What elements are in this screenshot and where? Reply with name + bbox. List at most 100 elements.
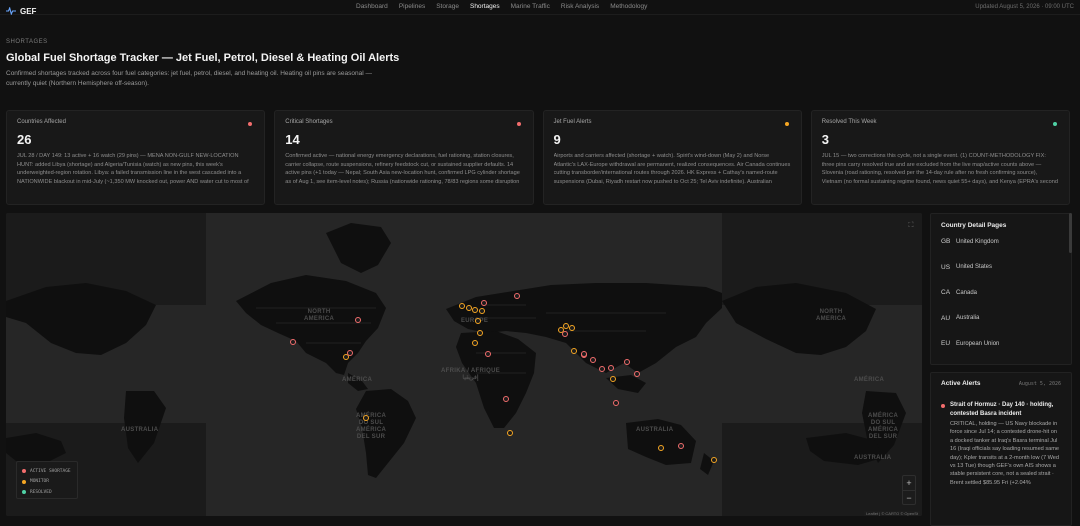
- map-label-north-america-east: NORTH AMERICA: [816, 309, 847, 322]
- map-pin[interactable]: [658, 445, 664, 451]
- map-pin[interactable]: [472, 307, 478, 313]
- legend-label: MONITOR: [30, 479, 49, 485]
- zoom-out-button[interactable]: −: [903, 490, 915, 504]
- alerts-date: August 5, 2026: [1018, 380, 1061, 387]
- map-attribution[interactable]: Leaflet | © CARTO © OpenSt: [864, 511, 920, 516]
- legend-dot: [22, 469, 26, 474]
- country-name: European Union: [956, 340, 1000, 347]
- nav-storage[interactable]: Storage: [436, 3, 459, 10]
- map-label-america-east: AMÉRICA: [854, 377, 885, 383]
- legend-label: ACTIVE SHORTAGE: [30, 468, 71, 474]
- map-pin[interactable]: [569, 325, 575, 331]
- main-nav: Dashboard Pipelines Storage Shortages Ma…: [356, 3, 658, 10]
- map-pin[interactable]: [610, 376, 616, 382]
- active-alerts-panel: Active Alerts August 5, 2026 Strait of H…: [930, 372, 1072, 526]
- map-pin[interactable]: [678, 443, 684, 449]
- fullscreen-icon[interactable]: ⛶: [906, 221, 916, 231]
- legend-dot: [22, 479, 26, 484]
- status-dot: [784, 122, 789, 126]
- map-pin[interactable]: [613, 400, 619, 406]
- map-label-south-america-east: AMÉRICA DO SUL AMÉRICA DEL SUR: [868, 413, 899, 440]
- country-code: CA: [941, 289, 951, 297]
- map-basemap: [6, 213, 922, 516]
- alerts-header: Active Alerts August 5, 2026: [941, 380, 1061, 387]
- card-label: Countries Affected: [17, 119, 66, 125]
- map-legend: ACTIVE SHORTAGE MONITOR RESOLVED: [16, 461, 78, 499]
- map-pin[interactable]: [472, 340, 478, 346]
- map-pin[interactable]: [503, 396, 509, 402]
- map-pin[interactable]: [514, 293, 520, 299]
- map-label-australia: AUSTRALIA: [636, 427, 674, 433]
- status-dot: [516, 122, 521, 126]
- card-jet-fuel-alerts[interactable]: Jet Fuel Alerts 9 Airports and carriers …: [542, 110, 802, 205]
- status-dot: [248, 122, 253, 126]
- country-code: EU: [941, 340, 951, 348]
- country-link-eu[interactable]: EU European Union: [941, 331, 1061, 357]
- map-pin[interactable]: [479, 308, 485, 314]
- card-text: JUL 28 / DAY 149: 13 active + 16 watch (…: [17, 153, 249, 185]
- country-link-us[interactable]: US United States: [941, 255, 1061, 281]
- top-navigation-bar: GEF Dashboard Pipelines Storage Shortage…: [0, 0, 1080, 16]
- country-link-gb[interactable]: GB United Kingdom: [941, 229, 1061, 255]
- country-link-au[interactable]: AU Australia: [941, 306, 1061, 332]
- map-pin[interactable]: [363, 415, 369, 421]
- last-updated-timestamp: Updated August 5, 2026 · 09:00 UTC: [975, 4, 1074, 10]
- nav-dashboard[interactable]: Dashboard: [356, 3, 388, 10]
- map-pin[interactable]: [608, 365, 614, 371]
- map-pin[interactable]: [711, 457, 717, 463]
- map-pin[interactable]: [562, 331, 568, 337]
- map-pin[interactable]: [475, 318, 481, 324]
- card-label: Critical Shortages: [285, 119, 333, 125]
- country-name: United Kingdom: [956, 238, 999, 245]
- page-description: Confirmed shortages tracked across four …: [6, 70, 373, 87]
- country-name: Australia: [956, 315, 980, 322]
- card-resolved-this-week[interactable]: Resolved This Week 3 JUL 15 — two correc…: [810, 110, 1070, 205]
- legend-label: RESOLVED: [30, 489, 52, 495]
- map-pin[interactable]: [599, 366, 605, 372]
- map-label-australia-east: AUSTRALIA: [854, 455, 892, 461]
- nav-shortages[interactable]: Shortages: [470, 3, 500, 10]
- map-pin[interactable]: [477, 330, 483, 336]
- section-eyebrow: SHORTAGES: [6, 39, 48, 45]
- country-name: United States: [956, 264, 993, 271]
- card-text: Confirmed active — national energy emerg…: [285, 153, 520, 185]
- alert-title: Strait of Hormuz · Day 140 · holding, co…: [950, 402, 1054, 417]
- map-pin[interactable]: [590, 357, 596, 363]
- legend-dot: [22, 490, 26, 495]
- map-pin[interactable]: [634, 371, 640, 377]
- legend-item-monitor: MONITOR: [22, 477, 72, 488]
- nav-risk-analysis[interactable]: Risk Analysis: [561, 3, 599, 10]
- nav-methodology[interactable]: Methodology: [610, 3, 647, 10]
- legend-item-resolved: RESOLVED: [22, 487, 72, 498]
- map-pin[interactable]: [355, 317, 361, 323]
- country-panel-scrollbar[interactable]: [1069, 213, 1072, 253]
- nav-pipelines[interactable]: Pipelines: [399, 3, 425, 10]
- zoom-control: + −: [902, 475, 916, 505]
- map-pin[interactable]: [571, 348, 577, 354]
- map-pin[interactable]: [581, 351, 587, 357]
- map-pin[interactable]: [624, 359, 630, 365]
- map-label-america: AMÉRICA: [342, 377, 373, 383]
- card-countries-affected[interactable]: Countries Affected 26 JUL 28 / DAY 149: …: [6, 110, 266, 205]
- card-value: 26: [17, 132, 32, 147]
- brand-logo[interactable]: GEF: [6, 2, 36, 20]
- brand-name: GEF: [20, 6, 37, 16]
- alert-status-dot: [941, 404, 945, 408]
- country-link-ca[interactable]: CA Canada: [941, 280, 1061, 306]
- world-map[interactable]: NORTH AMERICA AMÉRICA AMÉRICA DO SUL AMÉRIC…: [6, 213, 922, 516]
- stat-cards: Countries Affected 26 JUL 28 / DAY 149: …: [6, 110, 1070, 205]
- map-pin[interactable]: [347, 350, 353, 356]
- legend-item-active-shortage: ACTIVE SHORTAGE: [22, 466, 72, 477]
- map-pin[interactable]: [481, 300, 487, 306]
- map-pin[interactable]: [507, 430, 513, 436]
- map-label-south-america: AMÉRICA DO SUL AMÉRICA DEL SUR: [356, 413, 387, 440]
- nav-marine-traffic[interactable]: Marine Traffic: [511, 3, 550, 10]
- map-pin[interactable]: [290, 339, 296, 345]
- map-pin[interactable]: [485, 351, 491, 357]
- card-text: JUL 15 — two corrections this cycle, not…: [821, 153, 1058, 185]
- card-critical-shortages[interactable]: Critical Shortages 14 Confirmed active —…: [274, 110, 534, 205]
- zoom-in-button[interactable]: +: [903, 476, 915, 490]
- map-pin[interactable]: [459, 303, 465, 309]
- map-label-north-america: NORTH AMERICA: [304, 309, 335, 322]
- alert-item[interactable]: Strait of Hormuz · Day 140 · holding, co…: [941, 401, 1061, 487]
